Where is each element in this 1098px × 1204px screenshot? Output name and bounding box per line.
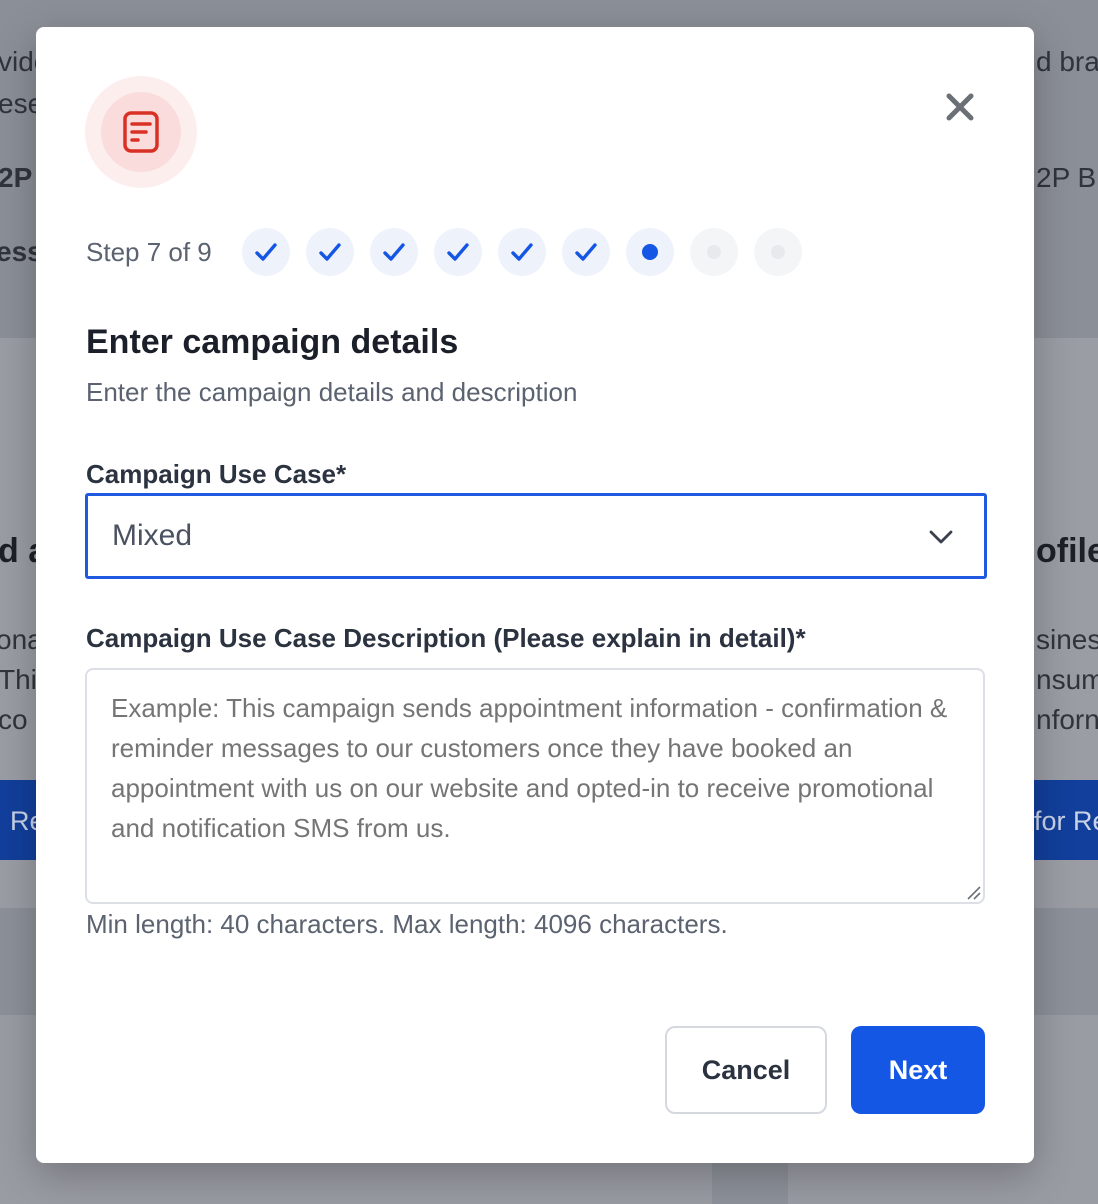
description-textarea[interactable] bbox=[85, 668, 985, 904]
future-step-dot bbox=[770, 245, 785, 259]
background-text: 2P Br bbox=[1036, 162, 1098, 193]
close-icon bbox=[946, 93, 974, 121]
background-text: nforn bbox=[1036, 704, 1098, 735]
use-case-label: Campaign Use Case* bbox=[86, 459, 347, 489]
document-icon bbox=[123, 111, 159, 153]
step-indicator-6 bbox=[561, 228, 610, 276]
checkmark-icon bbox=[319, 243, 341, 261]
step-indicator-7 bbox=[625, 228, 674, 276]
step-dots bbox=[241, 228, 818, 276]
cancel-button[interactable]: Cancel bbox=[665, 1026, 827, 1114]
description-label: Campaign Use Case Description (Please ex… bbox=[86, 623, 806, 653]
description-helper-text: Min length: 40 characters. Max length: 4… bbox=[86, 909, 728, 939]
background-heading: ofile bbox=[1036, 532, 1098, 570]
next-button[interactable]: Next bbox=[851, 1026, 985, 1114]
background-text: d bran bbox=[1036, 46, 1098, 77]
checkmark-icon bbox=[447, 243, 469, 261]
step-indicator-2 bbox=[305, 228, 354, 276]
step-indicator-3 bbox=[369, 228, 418, 276]
step-indicator-9 bbox=[753, 228, 802, 276]
background-text: Thi bbox=[0, 664, 37, 695]
resize-handle-icon[interactable] bbox=[964, 883, 982, 901]
background-button: for Re bbox=[1034, 780, 1098, 860]
modal-subtitle: Enter the campaign details and descripti… bbox=[86, 377, 578, 407]
campaign-details-modal: Step 7 of 9 Enter campaign details Enter… bbox=[36, 27, 1034, 1163]
background-text: co bbox=[0, 704, 28, 735]
stepper: Step 7 of 9 bbox=[86, 227, 818, 277]
chevron-down-icon bbox=[929, 530, 953, 544]
background-text: sines bbox=[1036, 624, 1098, 655]
icon-halo bbox=[85, 76, 197, 188]
checkmark-icon bbox=[255, 243, 277, 261]
icon-halo-inner bbox=[101, 92, 181, 172]
step-indicator-1 bbox=[241, 228, 290, 276]
background-text: nsum bbox=[1036, 664, 1098, 695]
background-text: 2P bbox=[0, 162, 33, 193]
checkmark-icon bbox=[511, 243, 533, 261]
modal-title: Enter campaign details bbox=[86, 323, 459, 361]
current-step-dot bbox=[641, 244, 658, 260]
checkmark-icon bbox=[383, 243, 405, 261]
step-label: Step 7 of 9 bbox=[86, 236, 212, 267]
step-indicator-4 bbox=[433, 228, 482, 276]
step-indicator-5 bbox=[497, 228, 546, 276]
background-button-label: for Re bbox=[1034, 806, 1098, 836]
use-case-select[interactable]: Mixed bbox=[85, 493, 987, 579]
step-indicator-8 bbox=[689, 228, 738, 276]
background-button: Re bbox=[0, 780, 45, 860]
checkmark-icon bbox=[575, 243, 597, 261]
future-step-dot bbox=[706, 245, 721, 259]
use-case-value: Mixed bbox=[112, 519, 193, 552]
close-button[interactable] bbox=[940, 87, 980, 127]
